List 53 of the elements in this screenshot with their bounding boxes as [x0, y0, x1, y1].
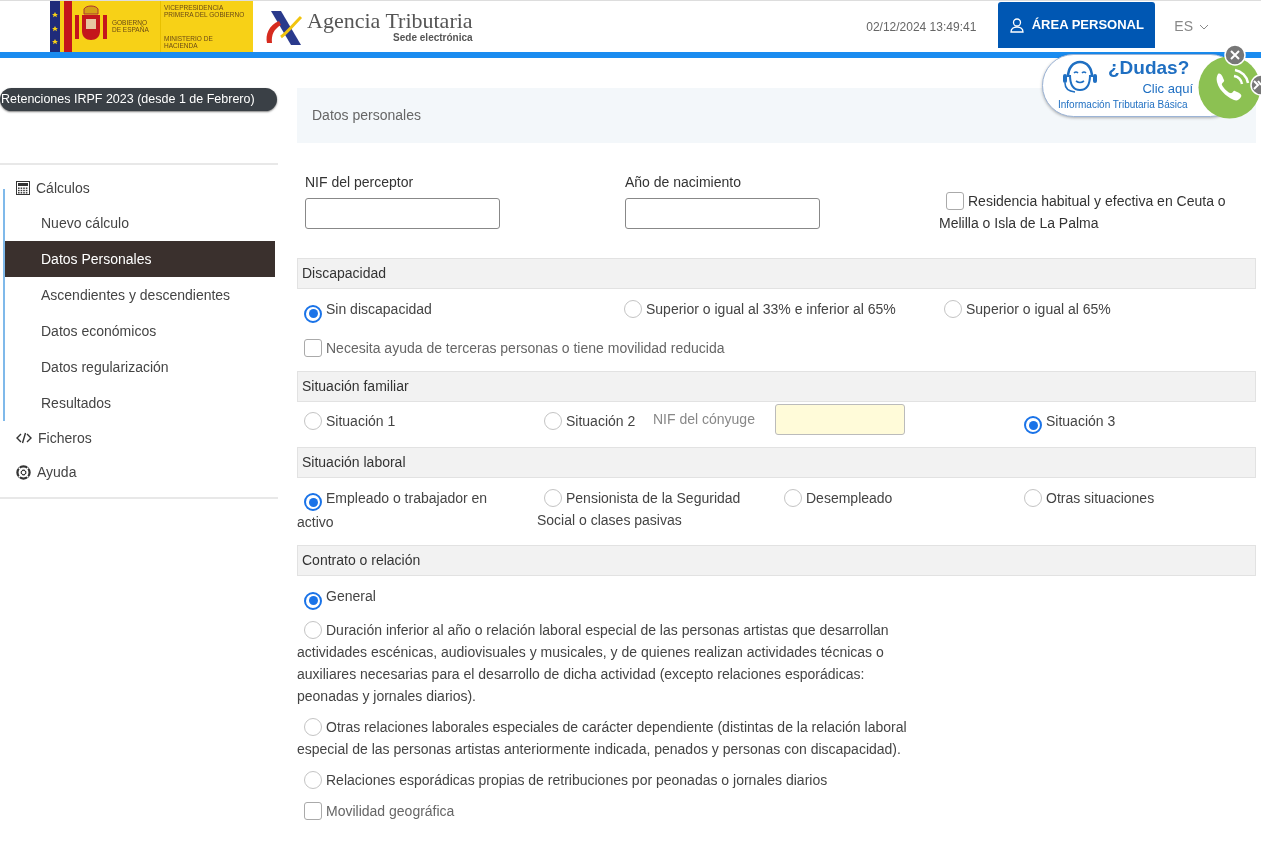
submenu-item[interactable]: Datos regularización [5, 349, 275, 385]
date-time: 02/12/2024 13:49:41 [866, 18, 977, 36]
app-title: Retenciones IRPF 2023 (desde 1 de Febrero) [0, 88, 277, 111]
radio-option[interactable]: Otras situaciones [1017, 486, 1237, 509]
submenu-item[interactable]: Nuevo cálculo [5, 205, 275, 241]
submenu-item[interactable]: Datos económicos [5, 313, 275, 349]
lifebuoy-icon [16, 464, 31, 480]
submenu-item[interactable]: Resultados [5, 385, 275, 421]
input-field[interactable] [305, 198, 500, 229]
radio-option[interactable]: Superior o igual al 65% [937, 298, 1249, 320]
field-label: Año de nacimiento [625, 173, 742, 191]
personal-area-button[interactable]: ÁREA PERSONAL [998, 2, 1156, 48]
checkbox-option[interactable]: Residencia habitual y efectiva en Ceuta o Melilla o Isla de La Palma [939, 190, 1247, 234]
radio-option[interactable]: Sin discapacidad [297, 298, 609, 323]
radio-option[interactable]: Situación 2 [537, 409, 653, 432]
radio-option[interactable]: Otras relaciones laborales especiales de carácter dependiente (distintas de la relación laboral especial de las personas artistas anteriormente indicada, penados y personas con discapacidad). [297, 715, 917, 760]
radio-option[interactable]: Desempleado [777, 486, 997, 509]
widget-link[interactable]: Clic aquí [1142, 81, 1193, 97]
menu-item[interactable]: Cálculos [0, 171, 278, 205]
radio-option[interactable]: Pensionista de la Seguridad Social o clases pasivas [537, 486, 757, 531]
radio-option[interactable]: General [297, 585, 917, 610]
checkbox-option[interactable]: Necesita ayuda de terceras personas o tiene movilidad reducida [297, 336, 1256, 359]
panel-title: Datos personales [312, 106, 421, 125]
agency-subtitle: Sede electrónica [393, 33, 473, 43]
chevron-down-icon [1199, 23, 1209, 30]
radio-option[interactable]: Situación 1 [297, 409, 537, 432]
field-label: NIF del perceptor [305, 173, 415, 191]
field-label: NIF del cónyuge [653, 409, 755, 429]
widget-title: ¿Dudas? [1108, 57, 1190, 79]
radio-option[interactable]: Empleado o trabajador en activo [297, 486, 517, 533]
submenu-item[interactable]: Ascendientes y descendientes [5, 277, 275, 313]
input-field[interactable] [625, 198, 820, 229]
expand-icon[interactable] [1250, 74, 1261, 96]
checkbox-option[interactable]: Movilidad geográfica [297, 799, 917, 822]
widget-subtitle: Información Tributaria Básica [1058, 99, 1188, 111]
section-title: Discapacidad [302, 264, 387, 283]
radio-option[interactable]: Relaciones esporádicas propias de retribuciones por peonadas o jornales diarios [297, 768, 917, 791]
code-icon [16, 432, 32, 444]
section-title: Contrato o relación [302, 551, 421, 570]
close-icon[interactable] [1224, 44, 1246, 66]
radio-option[interactable]: Duración inferior al año o relación laboral especial de las personas artistas que desarrollan actividades escénicas, audiovisuales y musicales, y de quienes realizan actividades técnicas o auxiliares necesarias para el desarrollo de dicha actividad (excepto relaciones esporádicas: peonadas y jornales diarios). [297, 618, 917, 707]
radio-option[interactable]: Superior o igual al 33% e inferior al 65% [617, 298, 929, 320]
language-selector[interactable]: ES [1174, 16, 1209, 37]
calculator-icon [16, 181, 30, 195]
section-title: Situación familiar [302, 376, 409, 396]
menu-item[interactable]: Ficheros [0, 421, 278, 455]
agency-name: Agencia Tributaria [307, 10, 473, 32]
section-title: Situación laboral [302, 452, 406, 472]
user-icon [1009, 17, 1024, 33]
input-field[interactable] [774, 403, 905, 435]
menu-item[interactable]: Ayuda [0, 455, 278, 489]
submenu-item[interactable]: Datos Personales [5, 241, 275, 277]
radio-option[interactable]: Situación 3 [1017, 409, 1257, 434]
